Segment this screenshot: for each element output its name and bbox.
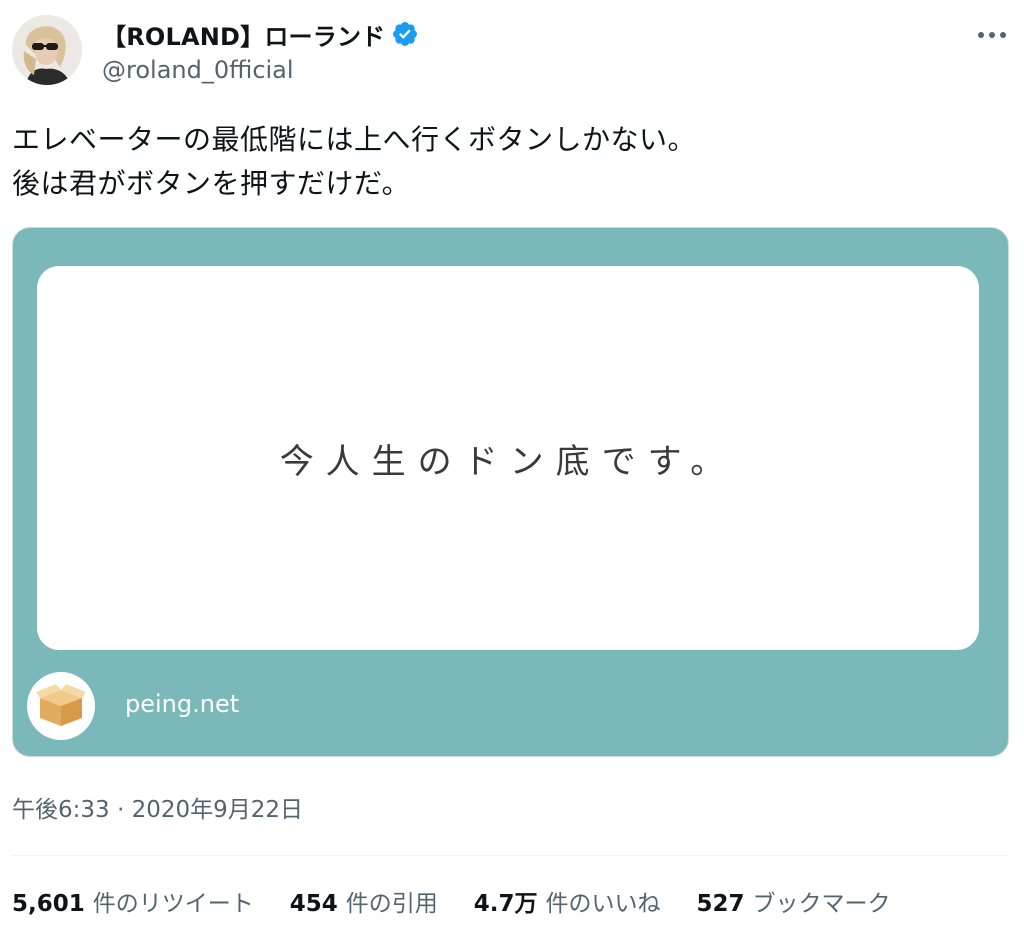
question-card: 今人生のドン底です。 [37,266,979,650]
bookmarks-label: ブックマーク [752,891,891,917]
author-name-row[interactable]: 【ROLAND】ローランド [102,17,419,52]
quotes-stat[interactable]: 454 件の引用 [290,884,438,918]
author-display-name[interactable]: 【ROLAND】ローランド [102,17,385,52]
tweet-text-line: 後は君がボタンを押すだけだ。 [12,167,411,200]
verified-badge-icon[interactable] [391,20,419,48]
site-label: peing.net [125,690,240,718]
more-options-icon [978,32,1006,38]
likes-label: 件のいいね [545,891,661,917]
tweet-image-card[interactable]: 今人生のドン底です。 peing.net [12,227,1009,757]
cardboard-box-icon [27,672,95,740]
engagement-stats: 5,601 件のリツイート 454 件の引用 4.7万 件のいいね 527 ブッ… [12,884,927,918]
quotes-count: 454 [289,891,338,917]
likes-count: 4.7万 [473,891,538,917]
quotes-label: 件の引用 [345,891,438,917]
bookmarks-stat[interactable]: 527 ブックマーク [697,884,891,918]
tweet-timestamp[interactable]: 午後6:33 · 2020年9月22日 [12,790,303,824]
more-options-button[interactable] [968,18,1016,52]
retweets-label: 件のリツイート [92,891,254,917]
avatar[interactable] [12,15,82,85]
author-handle[interactable]: @roland_0fficial [102,56,294,84]
divider [12,855,1009,856]
tweet-text: エレベーターの最低階には上へ行くボタンしかない。 後は君がボタンを押すだけだ。 [12,118,1012,206]
tweet-text-line: エレベーターの最低階には上へ行くボタンしかない。 [12,123,697,156]
profile-photo [12,15,82,85]
retweets-stat[interactable]: 5,601 件のリツイート [12,884,254,918]
bookmarks-count: 527 [696,891,745,917]
retweets-count: 5,601 [12,891,85,917]
question-text: 今人生のドン底です。 [279,441,737,482]
likes-stat[interactable]: 4.7万 件のいいね [474,884,661,918]
